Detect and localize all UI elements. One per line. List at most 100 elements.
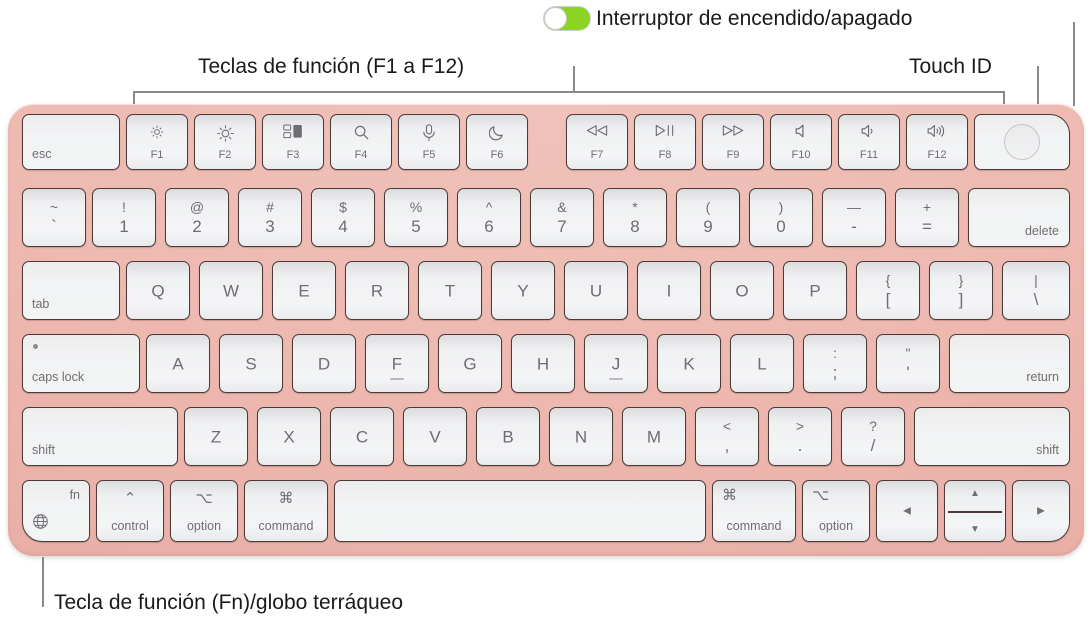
key-f12[interactable]: F12 (906, 114, 968, 170)
key-f3[interactable]: F3 (262, 114, 324, 170)
key-m[interactable]: M (622, 407, 686, 466)
key-f11[interactable]: F11 (838, 114, 900, 170)
key-touch-id[interactable] (974, 114, 1070, 170)
key-3[interactable]: # 3 (238, 188, 302, 247)
key-c[interactable]: C (330, 407, 394, 466)
key-r[interactable]: R (345, 261, 409, 320)
key-q[interactable]: Q (126, 261, 190, 320)
key-p[interactable]: P (783, 261, 847, 320)
key-i[interactable]: I (637, 261, 701, 320)
key-label: Q (151, 281, 165, 300)
key-g[interactable]: G (438, 334, 502, 393)
key-esc[interactable]: esc (22, 114, 120, 170)
key-t[interactable]: T (418, 261, 482, 320)
key-f[interactable]: F (365, 334, 429, 393)
option-symbol-icon: ⌥ (812, 487, 830, 504)
key-f5[interactable]: F5 (398, 114, 460, 170)
key-label: O (735, 281, 749, 300)
key-equal[interactable]: + = (895, 188, 959, 247)
key-arrow-left[interactable]: ◀ (876, 480, 938, 542)
key-label: U (589, 281, 603, 300)
key-6[interactable]: ^ 6 (457, 188, 521, 247)
key-n[interactable]: N (549, 407, 613, 466)
arrow-left-icon: ◀ (903, 505, 911, 517)
key-v[interactable]: V (403, 407, 467, 466)
key-arrow-updown[interactable]: ▲ ▼ (944, 480, 1006, 542)
key-fn-label: F12 (927, 149, 947, 161)
key-label: W (222, 281, 240, 300)
key-delete[interactable]: delete (968, 188, 1070, 247)
key-e[interactable]: E (272, 261, 336, 320)
key-0[interactable]: ) 0 (749, 188, 813, 247)
key-space[interactable] (334, 480, 706, 542)
key-o[interactable]: O (710, 261, 774, 320)
key-backslash[interactable]: | \ (1002, 261, 1070, 320)
key-l[interactable]: L (730, 334, 794, 393)
key-option-left[interactable]: ⌥ option (170, 480, 238, 542)
key-z[interactable]: Z (184, 407, 248, 466)
key-fn-label: F11 (859, 149, 879, 161)
key-base-label: 1 (119, 216, 129, 236)
key-shift-right[interactable]: shift (914, 407, 1070, 466)
key-bracketleft[interactable]: { [ (856, 261, 920, 320)
key-label: command (258, 518, 314, 533)
key-tab[interactable]: tab (22, 261, 120, 320)
key-f2[interactable]: F2 (194, 114, 256, 170)
key-f7[interactable]: F7 (566, 114, 628, 170)
key-label: tab (32, 296, 50, 311)
key-k[interactable]: K (657, 334, 721, 393)
key-x[interactable]: X (257, 407, 321, 466)
key-bracketright[interactable]: } ] (929, 261, 993, 320)
key-semicolon[interactable]: : ; (803, 334, 867, 393)
leader-line-fn-globe (42, 557, 44, 607)
key-j[interactable]: J (584, 334, 648, 393)
key-return[interactable]: return (949, 334, 1070, 393)
power-switch-toggle[interactable] (543, 6, 591, 31)
key-f8[interactable]: F8 (634, 114, 696, 170)
spotlight-search-icon (331, 124, 391, 141)
key-label: command (726, 518, 782, 533)
key-option-right[interactable]: ⌥ option (802, 480, 870, 542)
key-label: T (444, 281, 456, 300)
key-minus[interactable]: — - (822, 188, 886, 247)
key-d[interactable]: D (292, 334, 356, 393)
key-command-right[interactable]: ⌘ command (712, 480, 796, 542)
key-8[interactable]: * 8 (603, 188, 667, 247)
key-4[interactable]: $ 4 (311, 188, 375, 247)
key-shift-label: — (847, 199, 861, 216)
key-1[interactable]: ! 1 (92, 188, 156, 247)
key-command-left[interactable]: ⌘ command (244, 480, 328, 542)
key-base-label: = (922, 216, 932, 236)
key-w[interactable]: W (199, 261, 263, 320)
key-shift-label: # (266, 199, 274, 216)
key-shift-label: ^ (485, 199, 493, 216)
key-7[interactable]: & 7 (530, 188, 594, 247)
key-arrow-right[interactable]: ▶ (1012, 480, 1070, 542)
key-label: option (186, 518, 222, 533)
key-9[interactable]: ( 9 (676, 188, 740, 247)
key-y[interactable]: Y (491, 261, 555, 320)
key-f10[interactable]: F10 (770, 114, 832, 170)
key-fn-label: F10 (791, 149, 811, 161)
key-capslock[interactable]: caps lock (22, 334, 140, 393)
option-symbol-icon: ⌥ (195, 490, 213, 507)
key-f1[interactable]: F1 (126, 114, 188, 170)
key-u[interactable]: U (564, 261, 628, 320)
key-h[interactable]: H (511, 334, 575, 393)
key-f6[interactable]: F6 (466, 114, 528, 170)
key-comma[interactable]: < , (695, 407, 759, 466)
key-period[interactable]: > . (768, 407, 832, 466)
key-b[interactable]: B (476, 407, 540, 466)
key-f4[interactable]: F4 (330, 114, 392, 170)
key-control-left[interactable]: ⌃ control (96, 480, 164, 542)
key-slash[interactable]: ? / (841, 407, 905, 466)
key-a[interactable]: A (146, 334, 210, 393)
key-shift-left[interactable]: shift (22, 407, 178, 466)
key-fn-globe[interactable]: fn (22, 480, 90, 542)
key-5[interactable]: % 5 (384, 188, 448, 247)
key-s[interactable]: S (219, 334, 283, 393)
key-quote[interactable]: " ' (876, 334, 940, 393)
key-2[interactable]: @ 2 (165, 188, 229, 247)
key-f9[interactable]: F9 (702, 114, 764, 170)
key-backtick[interactable]: ~ ` (22, 188, 86, 247)
